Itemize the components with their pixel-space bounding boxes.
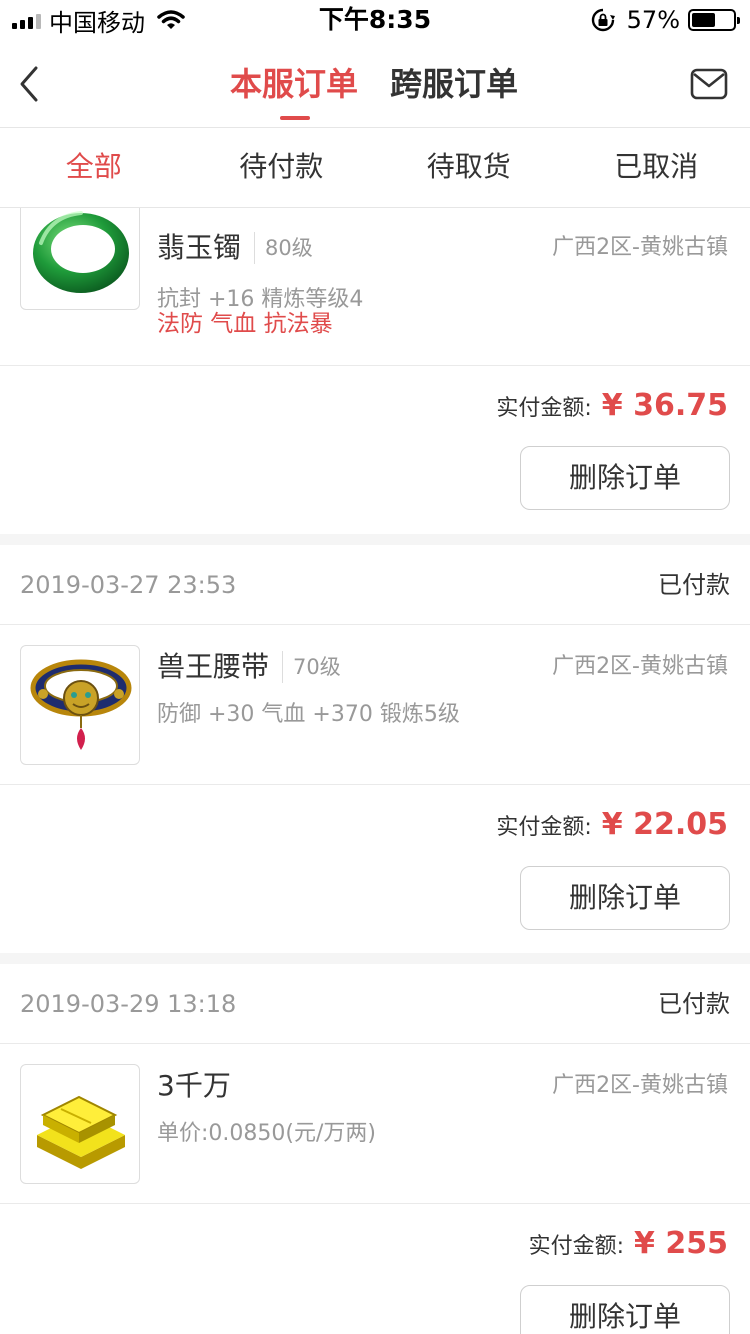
payment-row: 实付金额: ¥ 22.05 [496, 807, 728, 847]
order-time: 2019-03-29 13:18 [20, 990, 237, 1018]
delete-order-button[interactable]: 删除订单 [520, 866, 730, 930]
battery-level [692, 13, 715, 27]
item-server: 广西2区-黄姚古镇 [552, 1073, 728, 1098]
mail-icon [690, 68, 728, 100]
filter-all[interactable]: 全部 [0, 128, 188, 207]
order-header: 2019-03-29 13:18 已付款 [0, 964, 750, 1044]
tab-cross-server-orders[interactable]: 跨服订单 [390, 62, 518, 106]
order-time: 2019-03-27 23:53 [20, 571, 237, 599]
payment-row: 实付金额: ¥ 36.75 [496, 388, 728, 428]
item-attributes: 单价:0.0850(元/万两) [157, 1121, 376, 1146]
item-level: 80级 [254, 232, 313, 264]
gold-bars-icon [37, 1095, 125, 1169]
pay-amount: ¥ 255 [634, 1226, 728, 1261]
pay-label: 实付金额: [496, 396, 592, 421]
pay-amount: ¥ 22.05 [601, 807, 728, 842]
order-card: 2019-03-29 13:18 已付款 3千万 广西2区-黄姚古镇 单价:0.… [0, 964, 750, 1334]
item-name: 翡玉镯 [157, 231, 242, 264]
beast-king-belt-icon [30, 659, 132, 750]
order-item-row[interactable]: 兽王腰带 70级 广西2区-黄姚古镇 防御 +30 气血 +370 锻炼5级 [0, 625, 750, 785]
item-attributes: 防御 +30 气血 +370 锻炼5级 [157, 702, 460, 727]
delete-order-button[interactable]: 删除订单 [520, 446, 730, 510]
item-thumbnail [20, 1064, 140, 1184]
nav-bar: 本服订单 跨服订单 [0, 40, 750, 128]
item-thumbnail [20, 208, 140, 310]
payment-row: 实付金额: ¥ 255 [529, 1226, 728, 1266]
item-tags: 法防 气血 抗法暴 [157, 311, 333, 337]
item-name: 3千万 [157, 1069, 231, 1102]
item-server: 广西2区-黄姚古镇 [552, 235, 728, 260]
status-bar: 中国移动 下午8:35 57% [0, 0, 750, 40]
pay-label: 实付金额: [528, 1234, 625, 1259]
order-header: 2019-03-27 23:53 已付款 [0, 545, 750, 625]
order-card: 2019-03-27 23:53 已付款 兽王腰带 70级 广西2区-黄姚古镇 … [0, 545, 750, 953]
item-thumbnail [20, 645, 140, 765]
battery-icon [688, 9, 740, 31]
order-card: 翡玉镯 80级 广西2区-黄姚古镇 抗封 +16 精炼等级4 法防 气血 抗法暴… [0, 208, 750, 534]
order-item-row[interactable]: 翡玉镯 80级 广西2区-黄姚古镇 抗封 +16 精炼等级4 法防 气血 抗法暴 [0, 208, 750, 366]
chevron-left-icon [20, 66, 38, 102]
tab-local-orders[interactable]: 本服订单 [230, 62, 358, 106]
pay-label: 实付金额: [496, 815, 592, 840]
order-item-row[interactable]: 3千万 广西2区-黄姚古镇 单价:0.0850(元/万两) [0, 1044, 750, 1204]
filter-tabs: 全部 待付款 待取货 已取消 [0, 128, 750, 208]
filter-pending-payment[interactable]: 待付款 [188, 128, 376, 207]
order-list[interactable]: 翡玉镯 80级 广西2区-黄姚古镇 抗封 +16 精炼等级4 法防 气血 抗法暴… [0, 208, 750, 1334]
delete-order-button[interactable]: 删除订单 [520, 1285, 730, 1334]
back-button[interactable] [14, 62, 54, 106]
item-server: 广西2区-黄姚古镇 [552, 654, 728, 679]
pay-amount: ¥ 36.75 [601, 388, 728, 423]
rotation-lock-icon [591, 8, 615, 32]
order-status: 已付款 [658, 571, 730, 599]
filter-pending-pickup[interactable]: 待取货 [375, 128, 563, 207]
item-level: 70级 [282, 651, 341, 683]
active-tab-indicator [280, 116, 310, 120]
filter-cancelled[interactable]: 已取消 [563, 128, 750, 207]
battery-percent: 57% [626, 6, 680, 34]
order-status: 已付款 [658, 990, 730, 1018]
jade-bracelet-icon [33, 211, 129, 293]
item-name: 兽王腰带 [157, 650, 270, 683]
mail-button[interactable] [690, 68, 728, 100]
